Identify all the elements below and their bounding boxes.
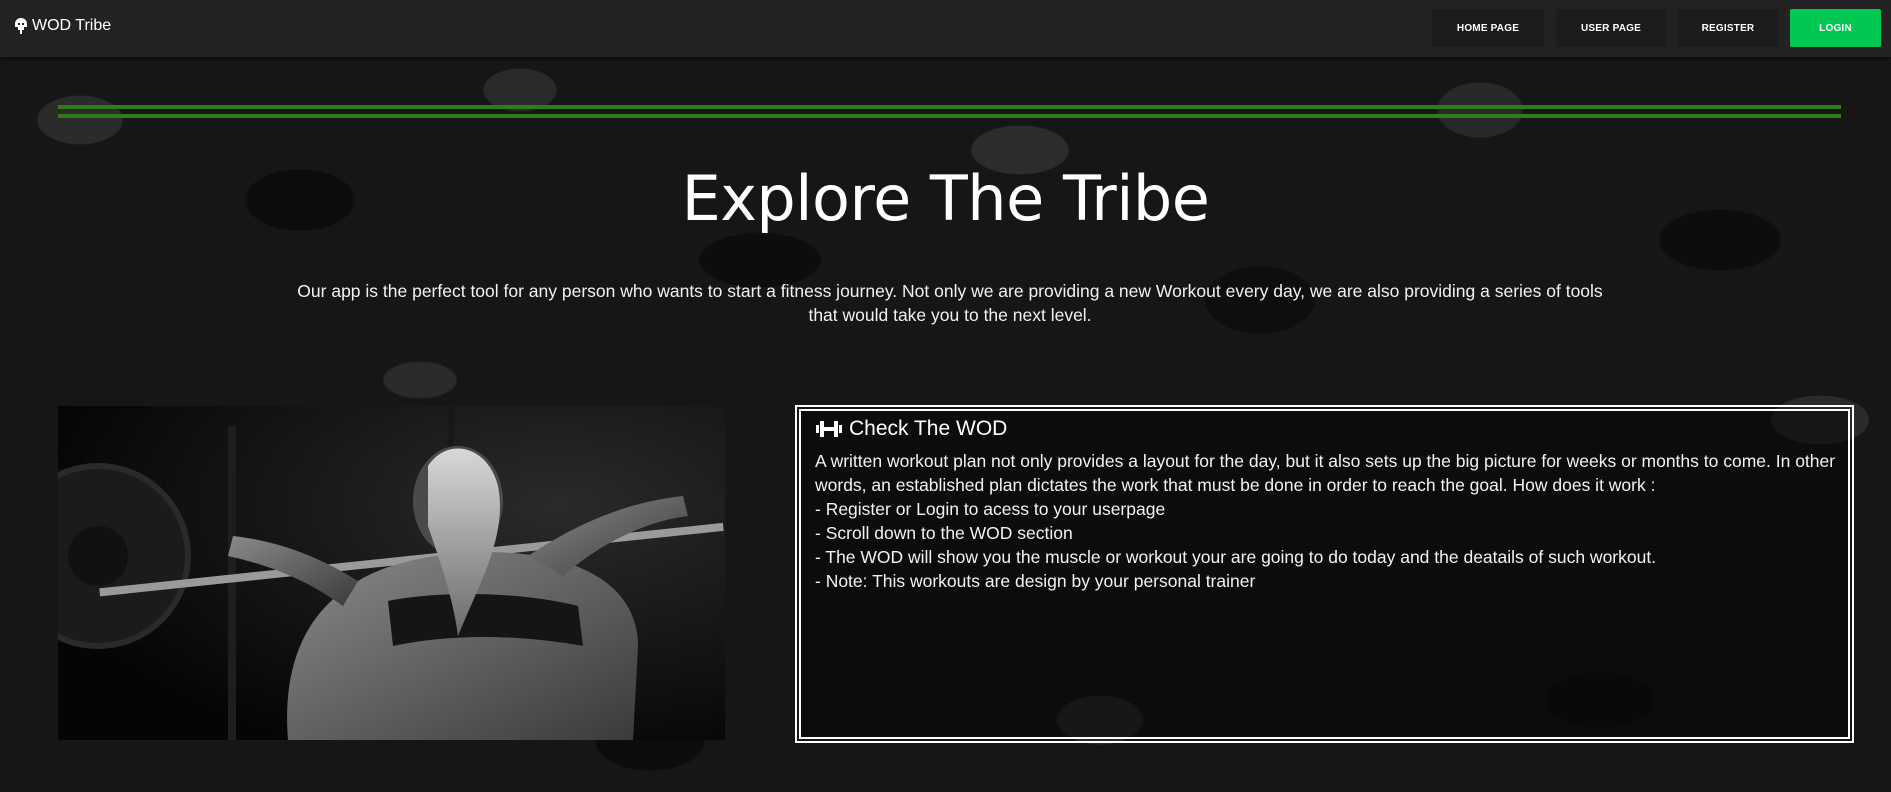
step-item: - Register or Login to acess to your use… xyxy=(815,499,1166,519)
nav-user-button[interactable]: USER PAGE xyxy=(1556,9,1666,47)
step-item: - The WOD will show you the muscle or wo… xyxy=(815,547,1657,567)
card-title: Check The WOD xyxy=(849,417,1008,440)
navbar: WOD Tribe HOME PAGE USER PAGE REGISTER L… xyxy=(0,0,1891,57)
card-body: A written workout plan not only provides… xyxy=(815,449,1840,593)
divider-top xyxy=(58,105,1841,109)
divider-bottom xyxy=(58,114,1841,118)
nav-login-button[interactable]: LOGIN xyxy=(1790,9,1881,47)
step-item: - Note: This workouts are design by your… xyxy=(815,571,1256,591)
wod-info-card: Check The WOD A written workout plan not… xyxy=(795,405,1854,743)
nav-links: HOME PAGE USER PAGE REGISTER LOGIN xyxy=(1432,9,1881,47)
athlete-photo xyxy=(58,406,725,740)
intro-text: Our app is the perfect tool for any pers… xyxy=(297,281,1603,325)
nav-home-button[interactable]: HOME PAGE xyxy=(1432,9,1544,47)
nav-register-button[interactable]: REGISTER xyxy=(1678,9,1778,47)
dumbbell-icon xyxy=(816,421,842,437)
page: WOD Tribe HOME PAGE USER PAGE REGISTER L… xyxy=(0,0,1891,792)
barbell-athlete-photo xyxy=(58,406,725,740)
brand-name: WOD Tribe xyxy=(32,17,112,34)
brand-link[interactable]: WOD Tribe xyxy=(14,17,111,35)
card-description: A written workout plan not only provides… xyxy=(815,451,1836,495)
step-item: - Scroll down to the WOD section xyxy=(815,523,1073,543)
helmet-icon xyxy=(15,18,27,34)
page-title: Explore The Tribe xyxy=(681,162,1210,235)
card-header: Check The WOD xyxy=(815,417,1007,441)
